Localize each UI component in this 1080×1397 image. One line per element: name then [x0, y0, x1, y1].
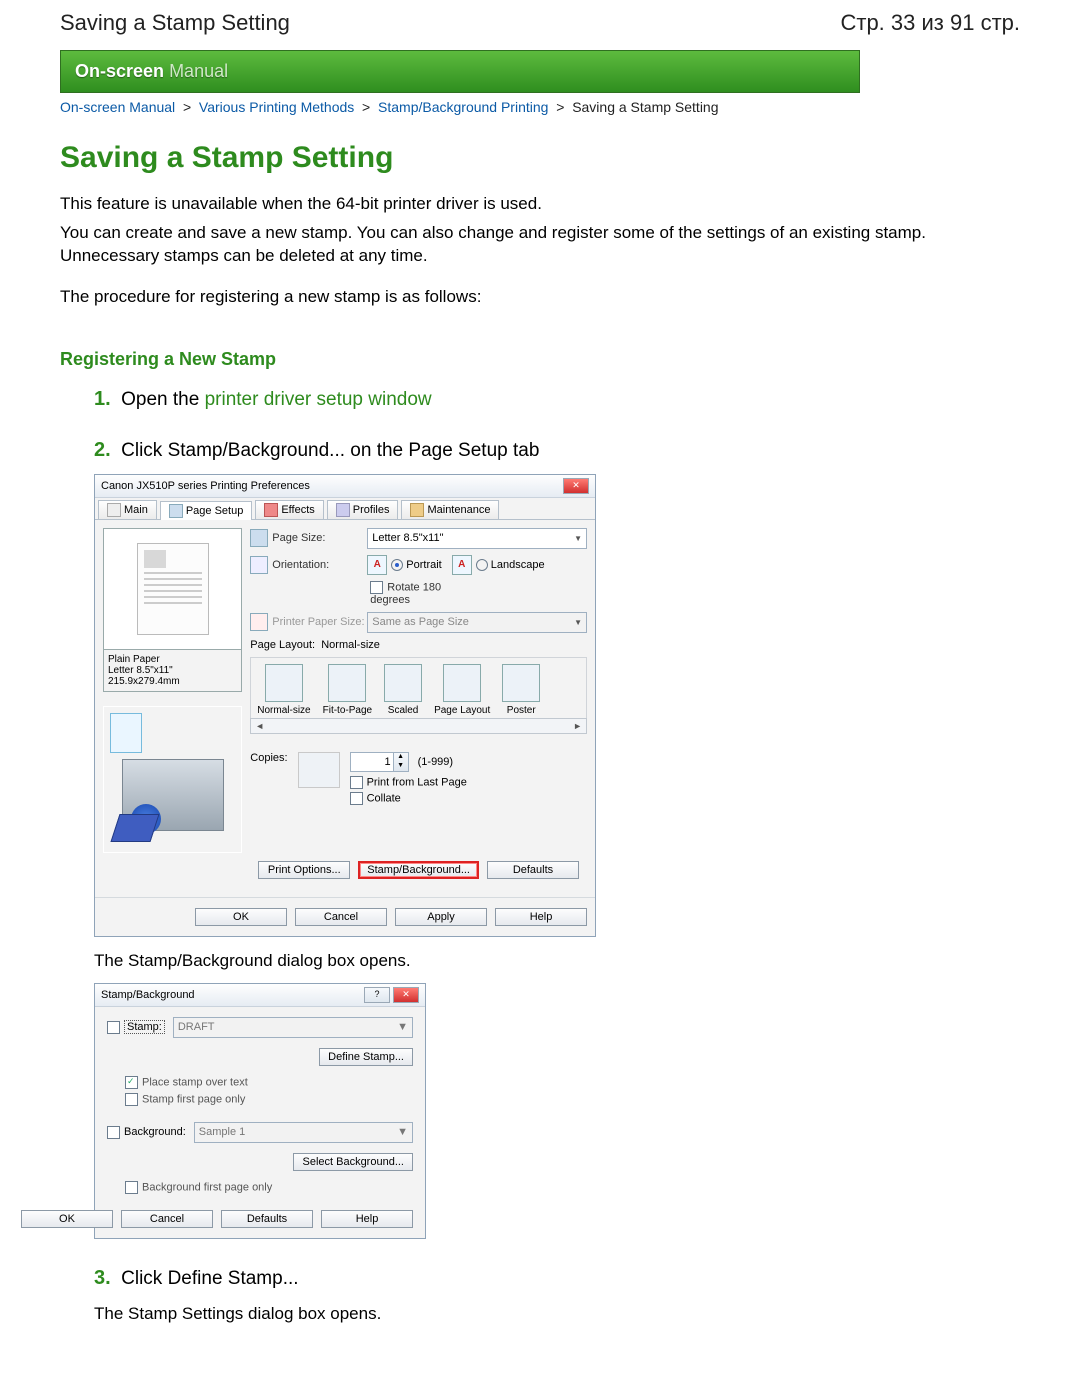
apply-button[interactable]: Apply [395, 908, 487, 926]
rotate-checkbox[interactable]: Rotate 180 degrees [370, 581, 465, 606]
copies-input[interactable] [350, 752, 394, 772]
tab-bar: Main Page Setup Effects Profiles Mainten… [95, 498, 595, 520]
breadcrumb-l2[interactable]: Various Printing Methods [199, 99, 354, 115]
background-first-page-checkbox[interactable]: Background first page only [125, 1181, 413, 1194]
print-from-last-checkbox[interactable]: Print from Last Page [350, 776, 467, 789]
breadcrumb: On-screen Manual > Various Printing Meth… [60, 99, 1020, 115]
layout-fit[interactable]: Fit-to-Page [323, 664, 372, 716]
section-head: Registering a New Stamp [60, 349, 1020, 370]
copies-graphic-icon [298, 752, 340, 788]
portrait-icon: A [367, 555, 387, 575]
tab-page-setup[interactable]: Page Setup [160, 501, 253, 520]
page-header: Saving a Stamp Setting Стр. 33 из 91 стр… [60, 10, 1020, 36]
help-button[interactable]: Help [495, 908, 587, 926]
layout-normal[interactable]: Normal-size [257, 664, 310, 716]
tab-profiles[interactable]: Profiles [327, 500, 399, 519]
step-2: 2. Click Stamp/Background... on the Page… [94, 439, 1020, 1239]
printer-illustration [103, 706, 242, 853]
dialog-title-text: Canon JX510P series Printing Preferences [101, 480, 310, 492]
breadcrumb-l3[interactable]: Stamp/Background Printing [378, 99, 548, 115]
step-2-text: Click Stamp/Background... on the Page Se… [121, 440, 539, 461]
copies-range: (1-999) [418, 756, 453, 768]
page-title: Saving a Stamp Setting [60, 141, 1020, 175]
breadcrumb-l1[interactable]: On-screen Manual [60, 99, 175, 115]
print-options-button[interactable]: Print Options... [258, 861, 350, 879]
manual-banner: On-screen Manual [60, 50, 860, 93]
background-checkbox[interactable]: Background: [107, 1126, 186, 1139]
sb-defaults-button[interactable]: Defaults [221, 1210, 313, 1228]
tab-effects[interactable]: Effects [255, 500, 323, 519]
step-3: 3. Click Define Stamp... The Stamp Setti… [94, 1267, 1020, 1324]
stamp-checkbox[interactable]: Stamp: [107, 1020, 165, 1034]
page-preview [103, 528, 242, 650]
stamp-background-dialog: Stamp/Background ? ✕ Stamp: DRAFT▼ Defin… [94, 983, 426, 1239]
intro-2: You can create and save a new stamp. You… [60, 222, 1020, 268]
page-layout-label: Page Layout: Normal-size [250, 639, 380, 651]
define-stamp-button[interactable]: Define Stamp... [319, 1048, 413, 1066]
page-size-label: Page Size: [272, 532, 367, 544]
portrait-radio[interactable]: Portrait [391, 559, 441, 571]
paper-info: Plain Paper Letter 8.5"x11" 215.9x279.4m… [103, 650, 242, 692]
header-left: Saving a Stamp Setting [60, 10, 290, 36]
stamp-select[interactable]: DRAFT▼ [173, 1017, 413, 1038]
intro-1: This feature is unavailable when the 64-… [60, 193, 1020, 216]
copies-label: Copies: [250, 752, 287, 764]
step-1: 1. Open the printer driver setup window [94, 388, 1020, 411]
step-3-sub: The Stamp Settings dialog box opens. [94, 1304, 1020, 1324]
banner-light: Manual [169, 61, 228, 81]
orientation-label: Orientation: [272, 559, 367, 571]
layout-scaled[interactable]: Scaled [384, 664, 422, 716]
step-1-num: 1. [94, 388, 111, 410]
layout-options: Normal-size Fit-to-Page Scaled Page Layo… [250, 657, 587, 718]
select-background-button[interactable]: Select Background... [293, 1153, 413, 1171]
step-3-num: 3. [94, 1267, 111, 1289]
printer-paper-label: Printer Paper Size: [272, 616, 367, 628]
close-icon[interactable]: ✕ [563, 478, 589, 494]
printing-preferences-dialog: Canon JX510P series Printing Preferences… [94, 474, 596, 937]
tab-maintenance[interactable]: Maintenance [401, 500, 499, 519]
step-2-sub: The Stamp/Background dialog box opens. [94, 951, 1020, 971]
defaults-button[interactable]: Defaults [487, 861, 579, 879]
step-2-num: 2. [94, 439, 111, 461]
layout-layout[interactable]: Page Layout [434, 664, 490, 716]
breadcrumb-current: Saving a Stamp Setting [572, 99, 718, 115]
tab-main[interactable]: Main [98, 500, 157, 519]
page-size-select[interactable]: Letter 8.5"x11"▼ [367, 528, 587, 549]
background-select[interactable]: Sample 1▼ [194, 1122, 413, 1143]
landscape-icon: A [452, 555, 472, 575]
printer-paper-icon [250, 613, 268, 631]
collate-checkbox[interactable]: Collate [350, 792, 467, 805]
layout-scrollbar[interactable]: ◄► [250, 718, 587, 734]
stamp-first-page-checkbox[interactable]: Stamp first page only [125, 1093, 413, 1106]
step-3-text: Click Define Stamp... [121, 1268, 298, 1289]
close-icon[interactable]: ✕ [393, 987, 419, 1003]
printer-paper-select: Same as Page Size▼ [367, 612, 587, 633]
header-right: Стр. 33 из 91 стр. [840, 10, 1020, 36]
help-icon[interactable]: ? [364, 987, 390, 1003]
sb-title: Stamp/Background [101, 989, 195, 1001]
ok-button[interactable]: OK [195, 908, 287, 926]
step-1-text: Open the [121, 389, 204, 410]
orientation-icon [250, 556, 268, 574]
copies-stepper[interactable]: ▲▼ [350, 752, 409, 772]
cancel-button[interactable]: Cancel [295, 908, 387, 926]
page-size-icon [250, 529, 268, 547]
landscape-radio[interactable]: Landscape [476, 559, 545, 571]
layout-poster[interactable]: Poster [502, 664, 540, 716]
intro-3: The procedure for registering a new stam… [60, 286, 1020, 309]
place-over-text-checkbox[interactable]: Place stamp over text [125, 1076, 413, 1089]
banner-bold: On-screen [75, 61, 164, 81]
sb-ok-button[interactable]: OK [21, 1210, 113, 1228]
step-1-link[interactable]: printer driver setup window [205, 389, 432, 410]
stamp-background-button[interactable]: Stamp/Background... [358, 861, 479, 879]
sb-help-button[interactable]: Help [321, 1210, 413, 1228]
sb-cancel-button[interactable]: Cancel [121, 1210, 213, 1228]
